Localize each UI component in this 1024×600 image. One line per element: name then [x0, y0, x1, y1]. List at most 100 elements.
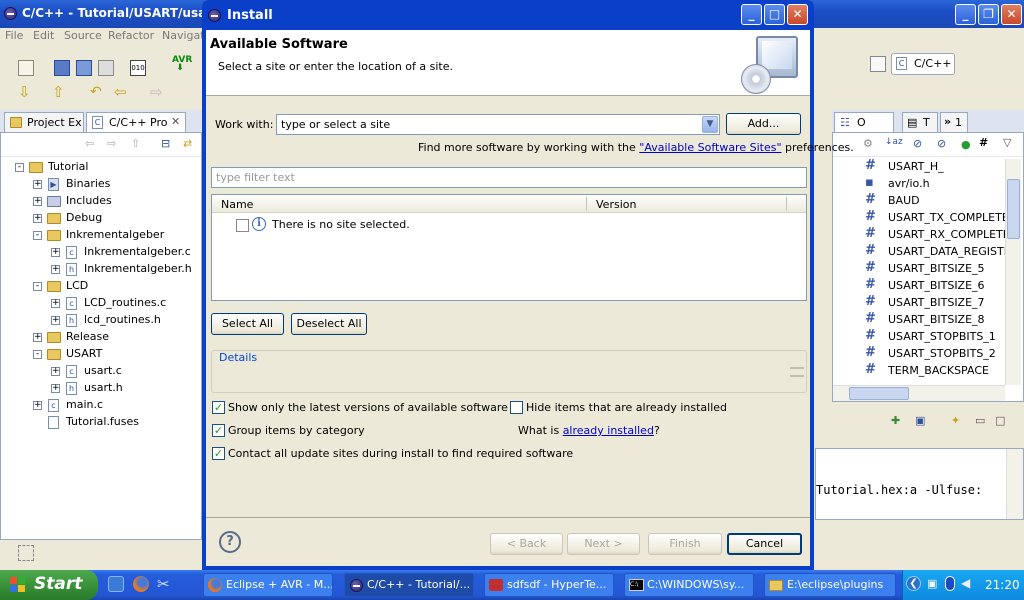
- back-icon[interactable]: ⇦: [114, 84, 130, 100]
- tab-project-explorer[interactable]: Project Ex: [4, 112, 84, 132]
- expand-icon[interactable]: +: [51, 367, 60, 376]
- work-with-combo[interactable]: type or select a site ▼: [276, 114, 720, 135]
- task-cmd[interactable]: C:\ C:\WINDOWS\sy...: [624, 573, 754, 597]
- collapse-all-icon[interactable]: ⊟: [161, 137, 170, 150]
- tab-cpp-projects[interactable]: C C/C++ Pro ✕: [86, 112, 186, 132]
- select-all-button[interactable]: Select All: [211, 313, 284, 335]
- tree-item[interactable]: - Inkrementalgeber: [1, 227, 201, 244]
- new-icon[interactable]: [18, 60, 34, 76]
- group-icon[interactable]: ●: [961, 138, 971, 151]
- tree-item[interactable]: + ▶ Binaries: [1, 176, 201, 193]
- tab-outline[interactable]: ☷ O: [834, 112, 894, 132]
- outline-hscrollbar[interactable]: [833, 385, 1005, 401]
- network-icon[interactable]: ▣: [927, 577, 937, 590]
- next-button[interactable]: Next >: [567, 533, 640, 555]
- macro-icon[interactable]: #: [979, 136, 988, 149]
- save-all-icon[interactable]: [76, 60, 92, 76]
- dialog-minimize-button[interactable]: _: [741, 4, 762, 25]
- quicklaunch-icon[interactable]: ✂: [157, 575, 170, 593]
- tree-item[interactable]: Tutorial.fuses: [1, 414, 201, 431]
- tree-item[interactable]: - Tutorial: [1, 159, 201, 176]
- option-group-category[interactable]: ✓ Group items by category: [212, 424, 512, 440]
- minimize-view-icon[interactable]: ▭: [975, 414, 985, 427]
- menu-edit[interactable]: Edit: [33, 29, 54, 42]
- option-hide-installed[interactable]: Hide items that are already installed: [510, 401, 730, 417]
- hide-fields-icon[interactable]: ⚙: [863, 137, 873, 150]
- outline-item[interactable]: # USART_BITSIZE_7: [833, 294, 1005, 312]
- outline-item[interactable]: # USART_RX_COMPLETE_: [833, 226, 1005, 244]
- add-site-button[interactable]: Add...: [726, 113, 801, 135]
- menu-source[interactable]: Source: [64, 29, 102, 42]
- expand-icon[interactable]: +: [33, 401, 42, 410]
- minimize-button[interactable]: _: [955, 4, 976, 25]
- print-icon[interactable]: [98, 60, 114, 76]
- outline-item[interactable]: # USART_BITSIZE_5: [833, 260, 1005, 278]
- finish-button[interactable]: Finish: [648, 533, 722, 555]
- volume-icon[interactable]: ◀: [961, 576, 970, 590]
- hide-nonpublic-icon[interactable]: ⊘: [937, 137, 946, 150]
- expand-icon[interactable]: +: [51, 248, 60, 257]
- option-contact-sites[interactable]: ✓ Contact all update sites during instal…: [212, 447, 573, 463]
- close-icon[interactable]: ✕: [171, 115, 180, 128]
- tree-item[interactable]: + Includes: [1, 193, 201, 210]
- dialog-titlebar[interactable]: Install _ □ ✕: [202, 0, 814, 30]
- already-installed-link[interactable]: already installed: [563, 424, 654, 437]
- pin-icon[interactable]: ✚: [891, 414, 900, 427]
- back-icon[interactable]: ⇦: [85, 137, 94, 150]
- outline-vscroll-thumb[interactable]: [1007, 179, 1020, 239]
- outline-item[interactable]: # USART_BITSIZE_6: [833, 277, 1005, 295]
- option-contact-checkbox[interactable]: ✓: [212, 447, 225, 460]
- menu-file[interactable]: File: [5, 29, 23, 42]
- outline-item[interactable]: ▪ avr/io.h: [833, 175, 1005, 193]
- collapse-icon[interactable]: -: [33, 282, 42, 291]
- tree-item[interactable]: + c LCD_routines.c: [1, 295, 201, 312]
- outline-item[interactable]: # USART_TX_COMPLETE_: [833, 209, 1005, 227]
- binary-icon[interactable]: 010: [130, 60, 146, 76]
- perspective-cpp[interactable]: C C/C++: [891, 53, 955, 75]
- outline-item[interactable]: # TERM_BACKSPACE: [833, 362, 1005, 380]
- expand-icon[interactable]: +: [51, 384, 60, 393]
- outline-item[interactable]: # USART_STOPBITS_1: [833, 328, 1005, 346]
- clock[interactable]: 21:20: [985, 578, 1020, 592]
- console-vscrollbar[interactable]: [1006, 449, 1023, 519]
- dialog-maximize-button[interactable]: □: [764, 4, 785, 25]
- tree-item[interactable]: - USART: [1, 346, 201, 363]
- available-software-sites-link[interactable]: "Available Software Sites": [639, 141, 781, 154]
- bluetooth-icon[interactable]: [945, 576, 955, 591]
- last-edit-icon[interactable]: ↶: [90, 84, 106, 100]
- restore-button[interactable]: ❐: [978, 4, 999, 25]
- up-icon[interactable]: ⇧: [131, 137, 140, 150]
- row-checkbox[interactable]: [236, 219, 249, 232]
- chevron-down-icon[interactable]: ▼: [702, 116, 718, 133]
- column-version[interactable]: Version: [596, 198, 636, 211]
- option-latest-checkbox[interactable]: ✓: [212, 401, 225, 414]
- option-group-checkbox[interactable]: ✓: [212, 424, 225, 437]
- forward-icon[interactable]: ⇨: [107, 137, 116, 150]
- outline-item[interactable]: # BAUD: [833, 192, 1005, 210]
- menu-refactor[interactable]: Refactor: [108, 29, 154, 42]
- next-annotation-icon[interactable]: ⇩: [18, 84, 34, 100]
- tree-item[interactable]: + Release: [1, 329, 201, 346]
- forward-icon[interactable]: ⇨: [150, 84, 166, 100]
- expand-icon[interactable]: +: [33, 214, 42, 223]
- tree-item[interactable]: + h lcd_routines.h: [1, 312, 201, 329]
- expand-icon[interactable]: +: [51, 299, 60, 308]
- save-icon[interactable]: [54, 60, 70, 76]
- outline-item[interactable]: # USART_DATA_REGISTE: [833, 243, 1005, 261]
- collapse-icon[interactable]: -: [33, 350, 42, 359]
- prev-annotation-icon[interactable]: ⇧: [52, 84, 68, 100]
- outline-item[interactable]: # USART_STOPBITS_2: [833, 345, 1005, 363]
- view-menu-icon[interactable]: ▽: [1003, 136, 1011, 149]
- option-latest-versions[interactable]: ✓ Show only the latest versions of avail…: [212, 401, 512, 417]
- tree-item[interactable]: + c main.c: [1, 397, 201, 414]
- collapse-icon[interactable]: -: [33, 231, 42, 240]
- task-hyperterminal[interactable]: sdfsdf - HyperTe...: [484, 573, 614, 597]
- deselect-all-button[interactable]: Deselect All: [291, 313, 367, 335]
- maximize-view-icon[interactable]: □: [995, 414, 1005, 427]
- avr-upload-icon[interactable]: AVR ⬇: [172, 56, 192, 73]
- task-explorer-plugins[interactable]: E:\eclipse\plugins: [764, 573, 896, 597]
- expand-icon[interactable]: +: [51, 316, 60, 325]
- tab-more[interactable]: » 1: [940, 112, 968, 132]
- tree-item[interactable]: - LCD: [1, 278, 201, 295]
- firefox-icon[interactable]: [133, 576, 149, 592]
